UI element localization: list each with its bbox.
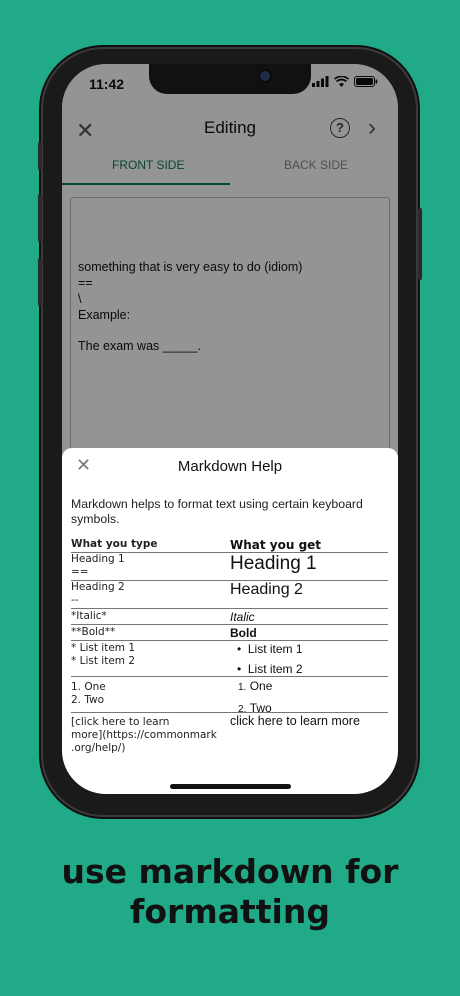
cell-italic: Italic: [230, 610, 255, 624]
markdown-help-table: What you type What you get Heading 1 == H…: [71, 537, 388, 757]
cell-typed: *Italic*: [71, 610, 107, 622]
table-header-row: What you type What you get: [71, 537, 388, 553]
sheet-intro: Markdown helps to format text using cert…: [71, 497, 363, 526]
cell-heading1: Heading 1: [230, 553, 317, 574]
table-row: *Italic* Italic: [71, 609, 388, 625]
home-indicator[interactable]: [170, 784, 291, 789]
sheet-title: Markdown Help: [177, 458, 283, 475]
caption-line-1: use markdown for: [61, 852, 399, 891]
column-header-type: What you type: [71, 538, 158, 550]
phone-screen: 11:42 ✕ Editing ? › FRONT SIDE BACK SIDE…: [62, 64, 398, 794]
cell-typed: Heading 1 ==: [71, 553, 125, 578]
cell-typed: 1. One 2. Two: [71, 681, 106, 706]
cell-heading2: Heading 2: [230, 581, 303, 598]
markdown-help-sheet: ✕ Markdown Help Markdown helps to format…: [62, 448, 398, 794]
cell-typed: **Bold**: [71, 626, 116, 638]
cell-typed: * List item 1 * List item 2: [71, 642, 136, 667]
volume-up-button: [38, 194, 42, 242]
column-header-get: What you get: [230, 538, 322, 552]
cell-bold: Bold: [230, 626, 257, 640]
cell-bullet-list: • List item 1 • List item 2: [237, 642, 303, 676]
table-row: 1. One 2. Two 1. One 2. Two: [71, 677, 388, 715]
promo-caption: use markdown for formatting: [0, 852, 460, 932]
table-row: * List item 1 * List item 2 • List item 1…: [71, 641, 388, 677]
caption-line-2: formatting: [130, 892, 330, 931]
table-row: Heading 1 == Heading 1: [71, 553, 388, 581]
commonmark-help-link[interactable]: click here to learn more: [230, 714, 360, 728]
cell-typed: Heading 2 --: [71, 581, 125, 606]
table-row: [click here to learn more](https://common…: [71, 713, 388, 757]
front-camera: [260, 71, 270, 81]
power-button: [418, 208, 422, 280]
table-row: **Bold** Bold: [71, 625, 388, 641]
notch: [149, 64, 311, 94]
volume-down-button: [38, 258, 42, 306]
table-row: Heading 2 -- Heading 2: [71, 581, 388, 609]
mute-switch: [38, 142, 42, 170]
cell-typed: [click here to learn more](https://common…: [71, 716, 217, 754]
